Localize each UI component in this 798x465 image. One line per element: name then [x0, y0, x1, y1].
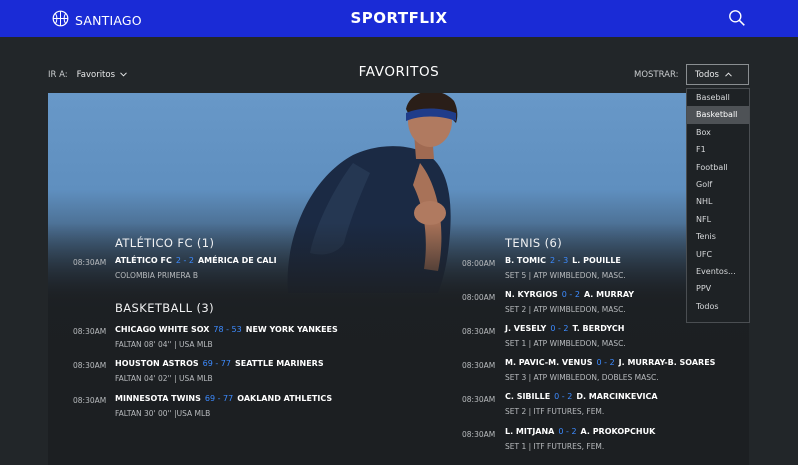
event-row[interactable]: N. KYRGIOS 0 - 2 A. MURRAY: [505, 290, 634, 299]
section-title-basketball: BASKETBALL (3): [115, 301, 215, 315]
filter-item-ufc[interactable]: UFC: [687, 246, 749, 263]
event-time: 08:30AM: [462, 361, 496, 370]
event-score: 0 - 2: [550, 324, 569, 333]
event-home: J. VESELY: [505, 324, 547, 333]
event-score: 0 - 2: [554, 392, 573, 401]
event-away: A. MURRAY: [583, 290, 635, 299]
filter-item-box[interactable]: Box: [687, 124, 749, 141]
event-score: 69 - 77: [202, 359, 231, 368]
brand-logo: SPORTFLIX: [350, 9, 448, 27]
search-icon[interactable]: [728, 9, 746, 31]
event-score: 2 - 3: [550, 256, 569, 265]
event-row[interactable]: M. PAVIC-M. VENUS 0 - 2 J. MURRAY-B. SOARE…: [505, 358, 715, 367]
event-score: 2 - 2: [175, 256, 194, 265]
event-home: B. TOMIC: [505, 256, 546, 265]
event-away: NEW YORK YANKEES: [245, 325, 338, 334]
event-time: 08:30AM: [462, 395, 496, 404]
event-sub: SET 2 | ITF FUTURES, FEM.: [505, 407, 605, 416]
filter-item-golf[interactable]: Golf: [687, 176, 749, 193]
event-sub: SET 1 | ITF FUTURES, FEM.: [505, 442, 605, 451]
event-away: D. MARCINKEVICA: [576, 392, 658, 401]
event-score: 69 - 77: [204, 394, 234, 403]
event-home: C. SIBILLE: [505, 392, 551, 401]
show-label: MOSTRAR:: [634, 70, 679, 80]
event-home: CHICAGO WHITE SOX: [115, 325, 210, 334]
event-home: N. KYRGIOS: [505, 290, 558, 299]
event-sub: FALTAN 08' 04'' | USA MLB: [115, 340, 213, 349]
event-row[interactable]: J. VESELY 0 - 2 T. BERDYCH: [505, 324, 624, 333]
filter-item-tenis[interactable]: Tenis: [687, 228, 749, 245]
filter-item-eventos[interactable]: Eventos...: [687, 263, 749, 280]
event-sub: FALTAN 04' 02'' | USA MLB: [115, 374, 213, 383]
show-dropdown[interactable]: Todos: [686, 64, 749, 85]
section-title-tenis: TENIS (6): [505, 236, 563, 250]
event-score: 0 - 2: [558, 427, 577, 436]
chevron-up-icon: [725, 70, 732, 80]
event-sub: COLOMBIA PRIMERA B: [115, 271, 199, 280]
event-away: AMÉRICA DE CALI: [197, 256, 277, 265]
sub-bar: IR A: Favoritos FAVORITOS MOSTRAR:: [0, 37, 798, 93]
event-time: 08:30AM: [73, 258, 107, 267]
event-time: 08:30AM: [73, 327, 107, 336]
section-title-atletico: ATLÉTICO FC (1): [115, 236, 215, 250]
event-row[interactable]: B. TOMIC 2 - 3 L. POUILLE: [505, 256, 621, 265]
filter-item-f1[interactable]: F1: [687, 141, 749, 158]
filter-item-ppv[interactable]: PPV: [687, 280, 749, 297]
event-score: 78 - 53: [213, 325, 242, 334]
event-row[interactable]: CHICAGO WHITE SOX 78 - 53 NEW YORK YANKEES: [115, 325, 338, 334]
event-time: 08:30AM: [462, 327, 496, 336]
event-sub: SET 2 | ATP WIMBLEDON, MASC.: [505, 305, 626, 314]
event-sub: FALTAN 30' 00'' |USA MLB: [115, 409, 211, 418]
event-row[interactable]: HOUSTON ASTROS 69 - 77 SEATTLE MARINERS: [115, 359, 324, 368]
filter-item-nhl[interactable]: NHL: [687, 193, 749, 210]
event-home: MINNESOTA TWINS: [115, 394, 201, 403]
event-time: 08:30AM: [462, 430, 496, 439]
filter-item-basketball[interactable]: Basketball: [687, 106, 749, 124]
event-time: 08:30AM: [73, 361, 107, 370]
event-score: 0 - 2: [596, 358, 615, 367]
event-time: 08:00AM: [462, 293, 496, 302]
event-away: L. POUILLE: [572, 256, 621, 265]
event-away: SEATTLE MARINERS: [234, 359, 324, 368]
event-away: A. PROKOPCHUK: [580, 427, 656, 436]
event-away: T. BERDYCH: [572, 324, 625, 333]
event-row[interactable]: MINNESOTA TWINS 69 - 77 OAKLAND ATHLETICS: [115, 394, 332, 403]
filter-menu: Baseball Basketball Box F1 Football Golf…: [686, 88, 750, 323]
event-score: 0 - 2: [561, 290, 580, 299]
event-away: J. MURRAY-B. SOARES: [618, 358, 716, 367]
event-time: 08:30AM: [73, 396, 107, 405]
event-sub: SET 3 | ATP WIMBLEDON, DOBLES MASC.: [505, 373, 659, 382]
show-value: Todos: [695, 69, 719, 80]
event-away: OAKLAND ATHLETICS: [237, 394, 333, 403]
event-home: ATLÉTICO FC: [115, 256, 172, 265]
event-sub: SET 1 | ATP WIMBLEDON, MASC.: [505, 339, 626, 348]
event-home: M. PAVIC-M. VENUS: [505, 358, 593, 367]
filter-item-baseball[interactable]: Baseball: [687, 89, 749, 106]
event-row[interactable]: L. MITJANA 0 - 2 A. PROKOPCHUK: [505, 427, 655, 436]
filter-item-football[interactable]: Football: [687, 159, 749, 176]
event-row[interactable]: ATLÉTICO FC 2 - 2 AMÉRICA DE CALI: [115, 256, 277, 265]
top-bar: SANTIAGO SPORTFLIX: [0, 0, 798, 37]
filter-item-nfl[interactable]: NFL: [687, 211, 749, 228]
event-sub: SET 5 | ATP WIMBLEDON, MASC.: [505, 271, 626, 280]
event-home: HOUSTON ASTROS: [115, 359, 199, 368]
event-home: L. MITJANA: [505, 427, 555, 436]
filter-item-todos[interactable]: Todos: [687, 298, 749, 315]
event-time: 08:00AM: [462, 259, 496, 268]
event-row[interactable]: C. SIBILLE 0 - 2 D. MARCINKEVICA: [505, 392, 658, 401]
